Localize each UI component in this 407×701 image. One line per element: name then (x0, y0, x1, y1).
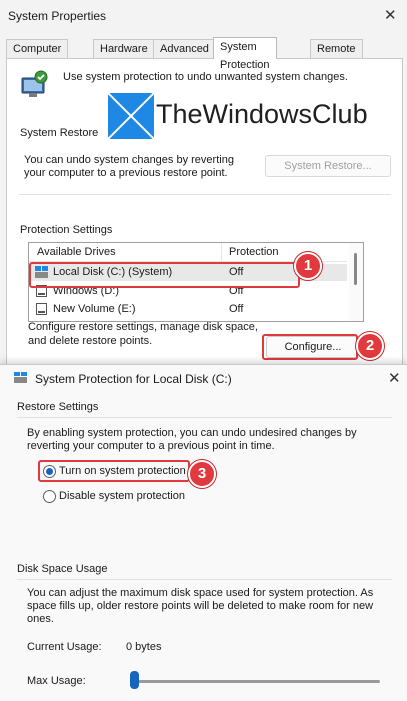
max-usage-slider-thumb[interactable] (130, 671, 139, 689)
step-badge-3: 3 (188, 460, 216, 488)
system-protection-dialog: System Protection for Local Disk (C:) ✕ … (0, 364, 407, 701)
highlight-box-configure (262, 334, 358, 360)
title-bar: System Properties ✕ (0, 0, 407, 32)
tab-advanced[interactable]: Advanced (153, 39, 216, 58)
scrollbar-thumb[interactable] (354, 253, 357, 285)
close-icon[interactable]: ✕ (384, 8, 397, 23)
column-divider (221, 243, 222, 261)
disable-label[interactable]: Disable system protection (59, 490, 185, 502)
watermark-logo: TheWindowsClub (104, 93, 394, 139)
system-protection-icon (21, 70, 48, 97)
dialog-title: System Protection for Local Disk (C:) (35, 372, 232, 386)
disk-desc-2: space fills up, older restore points wil… (27, 600, 374, 612)
current-usage-label: Current Usage: (27, 641, 102, 653)
drive-protection-status: Off (229, 303, 244, 315)
system-restore-heading: System Restore (20, 127, 99, 139)
current-usage-value: 0 bytes (126, 641, 162, 653)
protection-column-header[interactable]: Protection (229, 246, 279, 258)
close-icon[interactable]: ✕ (388, 371, 401, 386)
tab-computer-name[interactable]: Computer Name (6, 39, 69, 73)
tab-remote[interactable]: Remote (310, 39, 363, 58)
max-usage-label: Max Usage: (27, 675, 86, 687)
disk-space-heading: Disk Space Usage (17, 563, 108, 575)
restore-desc-line-2: your computer to a previous restore poin… (24, 167, 228, 179)
restore-settings-heading: Restore Settings (17, 401, 99, 413)
intro-text: Use system protection to undo unwanted s… (63, 71, 348, 83)
step-badge-1: 1 (294, 252, 322, 280)
drives-scrollbar[interactable] (349, 243, 363, 321)
drive-row[interactable]: New Volume (E:) Off (29, 301, 347, 318)
disable-radio[interactable] (43, 490, 56, 503)
available-drives-column-header[interactable]: Available Drives (37, 246, 116, 258)
drive-icon (36, 303, 47, 315)
restore-settings-desc-2: reverting your computer to a previous po… (27, 440, 275, 452)
divider (17, 417, 392, 418)
restore-desc-line-1: You can undo system changes by reverting (24, 154, 234, 166)
window-title: System Properties (8, 9, 107, 23)
drive-name: New Volume (E:) (53, 303, 136, 315)
disk-desc-3: ones. (27, 613, 54, 625)
drive-icon (14, 372, 27, 383)
configure-desc-line-2: and delete restore points. (28, 335, 153, 347)
step-badge-2: 2 (356, 332, 384, 360)
configure-desc-line-1: Configure restore settings, manage disk … (28, 321, 258, 333)
windows-logo-icon (108, 93, 154, 139)
disk-desc-1: You can adjust the maximum disk space us… (27, 587, 374, 599)
tab-hardware[interactable]: Hardware (93, 39, 155, 58)
max-usage-slider-track[interactable] (130, 680, 380, 683)
tab-system-protection[interactable]: System Protection (213, 37, 277, 71)
highlight-box-selected-drive (29, 262, 300, 288)
watermark-text: TheWindowsClub (156, 99, 368, 129)
protection-settings-heading: Protection Settings (20, 224, 113, 236)
turn-on-label[interactable]: Turn on system protection (59, 465, 186, 477)
restore-settings-desc-1: By enabling system protection, you can u… (27, 427, 357, 439)
divider (17, 579, 392, 580)
system-properties-window: System Properties ✕ Computer Name Hardwa… (0, 0, 407, 372)
turn-on-radio[interactable] (43, 465, 56, 478)
divider (19, 194, 391, 195)
system-restore-button[interactable]: System Restore... (265, 155, 391, 177)
